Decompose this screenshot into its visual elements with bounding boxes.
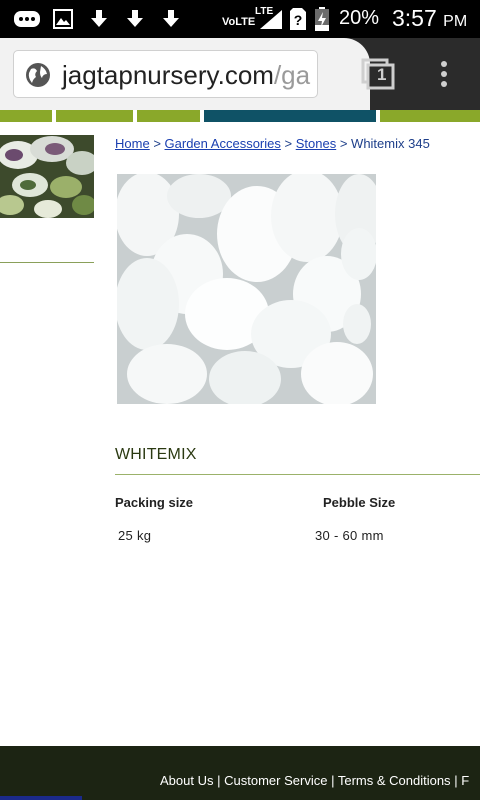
overflow-menu-button[interactable]: [430, 56, 458, 92]
breadcrumb-garden-accessories[interactable]: Garden Accessories: [165, 136, 281, 151]
breadcrumb-separator: >: [153, 136, 161, 151]
url-path: /ga: [273, 60, 311, 90]
network-type: VoLTE: [222, 16, 256, 28]
globe-icon: [26, 63, 50, 87]
nav-segment-active[interactable]: [204, 110, 376, 122]
footer-links: About Us | Customer Service | Terms & Co…: [160, 773, 469, 788]
clock: 3:57 PM: [392, 5, 467, 32]
product-title: WHITEMIX: [115, 446, 197, 463]
footer-separator: |: [217, 773, 221, 788]
nav-segment[interactable]: [56, 110, 133, 122]
more-vert-icon: [441, 61, 447, 87]
status-bar: VoLTE LTE ? 20% 3:57 PM: [0, 0, 480, 38]
battery-icon: [315, 7, 329, 31]
image-icon: [53, 9, 73, 29]
spec-value-pebble-size: 30 - 60 mm: [315, 528, 384, 543]
plant-picture: [0, 135, 94, 218]
spec-value-packing-size: 25 kg: [118, 528, 152, 543]
battery-percent: 20%: [339, 7, 380, 29]
download-icon: [127, 10, 143, 27]
nav-segment[interactable]: [380, 110, 480, 122]
nav-segment[interactable]: [137, 110, 200, 122]
download-icon: [163, 10, 179, 27]
footer-link-truncated[interactable]: F: [461, 773, 469, 788]
breadcrumb-current: Whitemix 345: [351, 136, 430, 151]
sim-unknown-icon: ?: [290, 8, 306, 30]
breadcrumb-home[interactable]: Home: [115, 136, 150, 151]
breadcrumb-separator: >: [284, 136, 293, 151]
message-icon: [14, 11, 40, 27]
sidebar-divider: [0, 262, 94, 263]
footer-link-terms-conditions[interactable]: Terms & Conditions: [338, 773, 451, 788]
address-bar[interactable]: jagtapnursery.com/ga: [13, 50, 318, 98]
title-divider: [115, 474, 480, 475]
clock-ampm: PM: [443, 13, 468, 30]
spec-header-pebble-size: Pebble Size: [323, 495, 396, 510]
nav-segment[interactable]: [0, 110, 52, 122]
url-host: jagtapnursery.com: [62, 60, 274, 90]
footer-separator: |: [331, 773, 335, 788]
spec-header-packing-size: Packing size: [115, 495, 194, 510]
tab-count: 1: [377, 65, 387, 84]
clock-time: 3:57: [392, 5, 437, 31]
url-text: jagtapnursery.com/ga: [62, 60, 310, 91]
tab-switcher-button[interactable]: 1: [360, 58, 396, 90]
browser-toolbar: jagtapnursery.com/ga 1: [0, 38, 480, 110]
footer-accent-bar: [0, 796, 82, 800]
breadcrumb: Home > Garden Accessories > Stones > Whi…: [115, 136, 430, 151]
breadcrumb-separator: >: [339, 136, 348, 151]
footer-link-customer-service[interactable]: Customer Service: [224, 773, 327, 788]
pebbles-picture: [117, 174, 376, 404]
product-image: [117, 174, 376, 404]
breadcrumb-stones[interactable]: Stones: [296, 136, 336, 151]
site-nav-bar: [0, 110, 480, 122]
signal-icon: [260, 10, 282, 29]
sidebar-plant-image[interactable]: [0, 135, 94, 218]
footer-separator: |: [454, 773, 458, 788]
svg-text:?: ?: [294, 12, 303, 28]
footer-link-about-us[interactable]: About Us: [160, 773, 213, 788]
footer: About Us | Customer Service | Terms & Co…: [0, 746, 480, 800]
download-icon: [91, 10, 107, 27]
